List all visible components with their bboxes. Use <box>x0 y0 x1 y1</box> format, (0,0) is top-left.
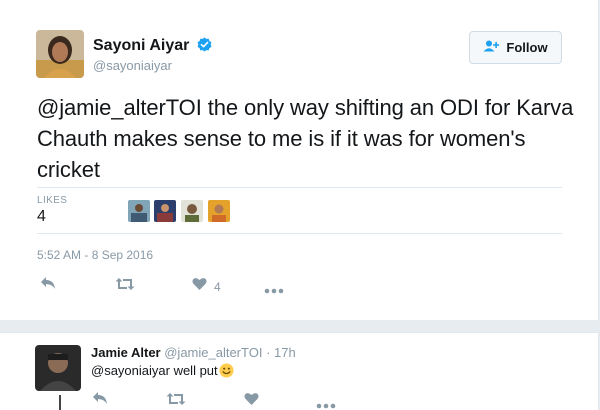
author-name-text[interactable]: Sayoni Aiyar <box>93 37 189 54</box>
more-icon <box>316 396 336 410</box>
smiley-emoji-icon <box>219 363 234 381</box>
author-handle[interactable]: @sayoniaiyar <box>93 58 172 73</box>
more-button[interactable] <box>264 281 284 299</box>
reply-retweet-button[interactable] <box>166 392 186 410</box>
reply-author-name[interactable]: Jamie Alter <box>91 345 161 360</box>
reply-button[interactable] <box>40 276 56 295</box>
author-avatar[interactable] <box>36 30 84 78</box>
tweet-text: @jamie_alterTOI the only way shifting an… <box>37 95 574 182</box>
heart-icon <box>192 277 207 296</box>
retweet-icon <box>115 277 135 296</box>
divider <box>37 233 562 234</box>
liker-avatar[interactable] <box>181 200 203 222</box>
reply-text: @sayoniaiyar well put <box>91 363 234 381</box>
likes-count[interactable]: 4 <box>37 208 46 226</box>
reply-icon <box>40 276 56 295</box>
reply-header: Jamie Alter @jamie_alterTOI · 17h <box>91 345 296 360</box>
reply-like-button[interactable] <box>244 392 259 410</box>
like-count: 4 <box>214 279 221 294</box>
tweet-card: Sayoni Aiyar @sayoniaiyar Follow @jamie_… <box>0 0 599 320</box>
reply-tweet-card[interactable]: Jamie Alter @jamie_alterTOI · 17h @sayon… <box>0 332 599 410</box>
more-icon <box>264 281 284 299</box>
reply-reply-button[interactable] <box>92 391 108 410</box>
like-button[interactable]: 4 <box>192 277 221 296</box>
likes-label[interactable]: LIKES <box>37 195 67 206</box>
verified-badge-icon <box>197 37 212 57</box>
liker-avatar[interactable] <box>154 200 176 222</box>
reply-more-button[interactable] <box>316 396 336 410</box>
follow-label: Follow <box>506 40 548 55</box>
heart-icon <box>244 392 259 410</box>
reply-separator: · <box>266 345 271 360</box>
reply-text-body: @sayoniaiyar well put <box>91 363 218 378</box>
retweet-icon <box>166 392 186 410</box>
follow-button[interactable]: Follow <box>469 31 562 64</box>
follow-user-icon <box>483 39 500 57</box>
liker-avatar[interactable] <box>208 200 230 222</box>
divider <box>37 187 562 188</box>
reply-author-handle[interactable]: @jamie_alterTOI <box>164 345 262 360</box>
thread-line <box>59 395 61 410</box>
tweet-timestamp[interactable]: 5:52 AM - 8 Sep 2016 <box>37 248 153 262</box>
author-name[interactable]: Sayoni Aiyar <box>93 37 212 57</box>
reply-icon <box>92 391 108 410</box>
reply-time[interactable]: 17h <box>274 345 296 360</box>
reply-author-avatar[interactable] <box>35 345 81 391</box>
liker-avatar[interactable] <box>128 200 150 222</box>
retweet-button[interactable] <box>115 277 135 296</box>
